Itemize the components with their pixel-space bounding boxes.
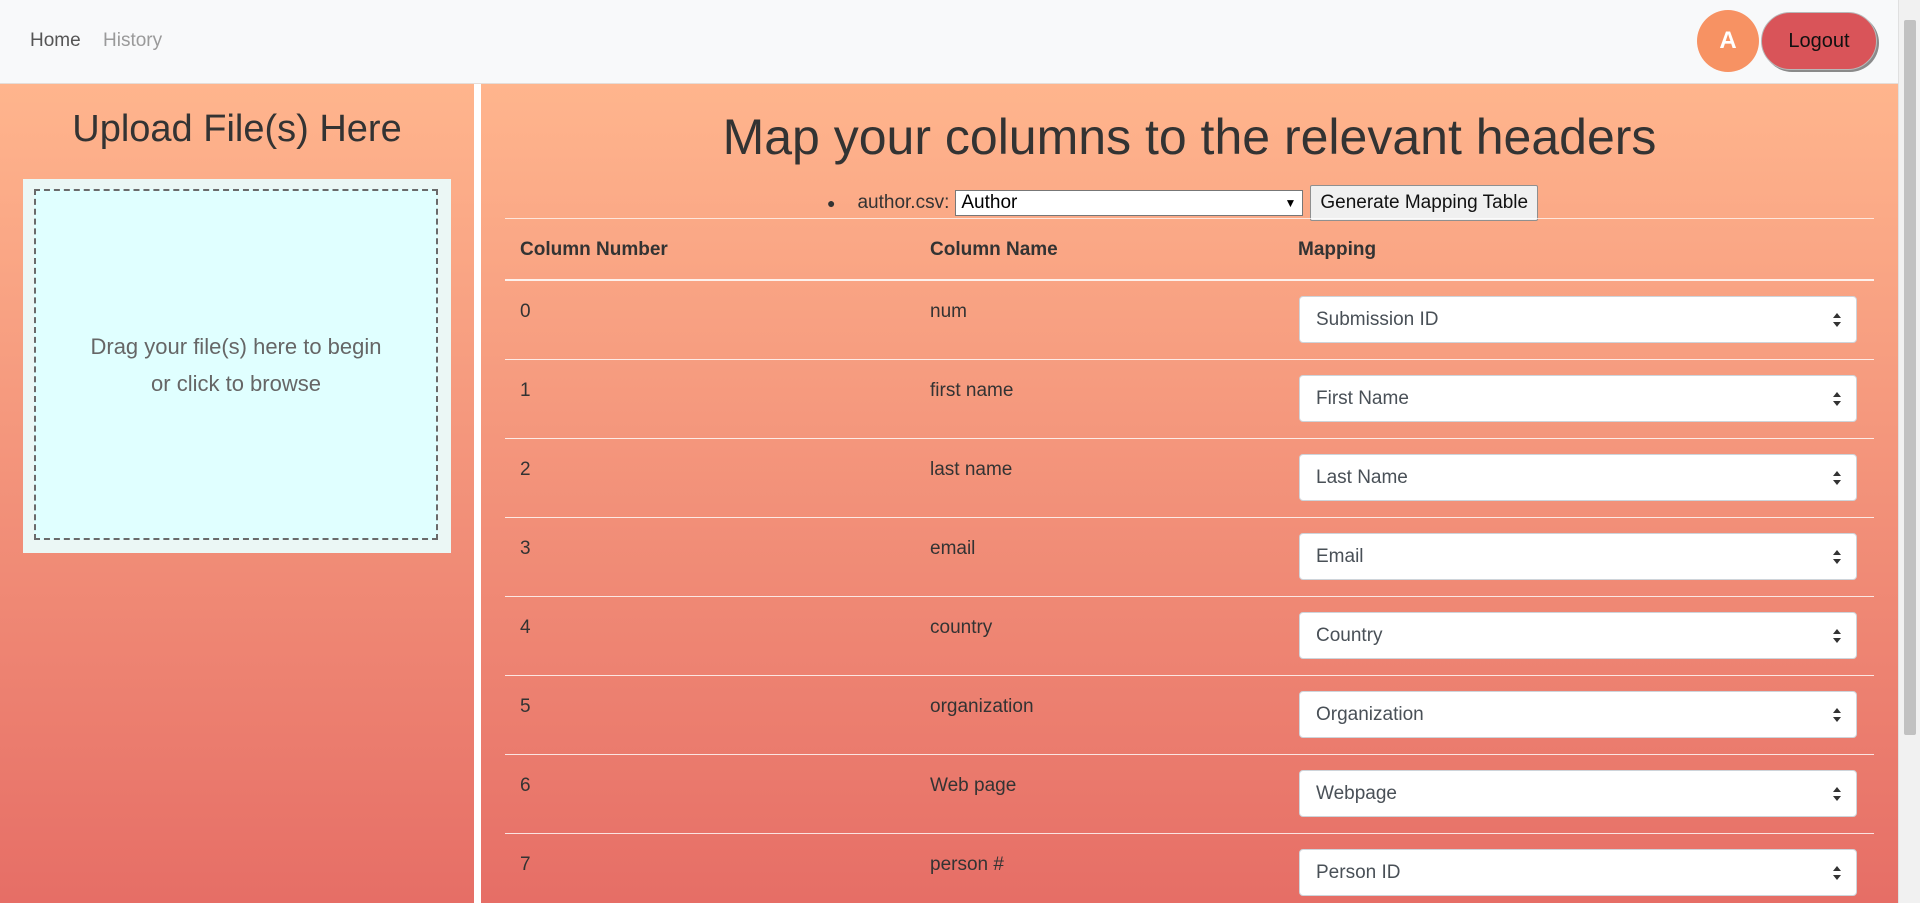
column-name-cell: email	[930, 538, 976, 559]
header-column-number: Column Number	[520, 239, 668, 260]
mapping-select[interactable]: Webpage	[1299, 770, 1857, 817]
page-scrollbar[interactable]	[1898, 0, 1920, 903]
mapping-select-value: Organization	[1316, 704, 1424, 725]
mapping-select[interactable]: Email	[1299, 533, 1857, 580]
table-row: 7 person # Person ID	[505, 834, 1874, 913]
dropzone-frame: Drag your file(s) here to begin or click…	[23, 179, 451, 553]
column-name-cell: num	[930, 301, 967, 322]
header-mapping: Mapping	[1298, 239, 1377, 260]
logout-button[interactable]: Logout	[1761, 12, 1877, 70]
file-type-value: Author	[961, 192, 1018, 213]
header-column-name: Column Name	[930, 239, 1058, 260]
file-name-label: author.csv:	[857, 192, 950, 213]
mapping-select[interactable]: Organization	[1299, 691, 1857, 738]
bullet-icon: ●	[827, 195, 836, 211]
column-name-cell: last name	[930, 459, 1013, 480]
mapping-select[interactable]: Last Name	[1299, 454, 1857, 501]
table-row: 0 num Submission ID	[505, 281, 1874, 360]
select-arrows-icon	[1833, 313, 1841, 327]
dropzone-text-line2: or click to browse	[151, 370, 321, 396]
mapping-select[interactable]: First Name	[1299, 375, 1857, 422]
dropzone-text-line1: Drag your file(s) here to begin	[90, 333, 382, 359]
select-arrows-icon	[1833, 550, 1841, 564]
mapping-title: Map your columns to the relevant headers	[722, 109, 1657, 165]
mapping-panel: Map your columns to the relevant headers…	[481, 84, 1898, 913]
file-list-item: ● author.csv: Author ▼ Generate Mapping …	[827, 184, 1539, 222]
top-navbar: Home History A Logout	[0, 0, 1898, 84]
mapping-table: Column Number Column Name Mapping 0 num …	[505, 218, 1874, 913]
table-row: 2 last name Last Name	[505, 439, 1874, 518]
mapping-select-value: Webpage	[1316, 783, 1397, 804]
scrollbar-thumb[interactable]	[1904, 20, 1916, 735]
select-arrows-icon	[1833, 392, 1841, 406]
select-arrows-icon	[1833, 708, 1841, 722]
column-name-cell: country	[930, 617, 993, 638]
table-header: Column Number Column Name Mapping	[505, 218, 1874, 281]
mapping-select-value: First Name	[1316, 388, 1409, 409]
table-row: 4 country Country	[505, 597, 1874, 676]
mapping-select-value: Person ID	[1316, 862, 1401, 883]
column-number-cell: 7	[520, 854, 531, 875]
nav-history-link[interactable]: History	[103, 30, 162, 52]
mapping-select-value: Country	[1316, 625, 1383, 646]
mapping-select-value: Last Name	[1316, 467, 1408, 488]
column-number-cell: 1	[520, 380, 531, 401]
column-name-cell: first name	[930, 380, 1014, 401]
select-arrows-icon	[1833, 787, 1841, 801]
column-number-cell: 6	[520, 775, 531, 796]
mapping-select-value: Submission ID	[1316, 309, 1439, 330]
table-row: 6 Web page Webpage	[505, 755, 1874, 834]
mapping-select[interactable]: Person ID	[1299, 849, 1857, 896]
mapping-select[interactable]: Submission ID	[1299, 296, 1857, 343]
mapping-select-value: Email	[1316, 546, 1364, 567]
file-dropzone[interactable]: Drag your file(s) here to begin or click…	[34, 189, 438, 540]
mapping-select[interactable]: Country	[1299, 612, 1857, 659]
table-row: 3 email Email	[505, 518, 1874, 597]
table-row: 1 first name First Name	[505, 360, 1874, 439]
table-row: 5 organization Organization	[505, 676, 1874, 755]
column-name-cell: Web page	[930, 775, 1017, 796]
file-type-select[interactable]: Author ▼	[955, 190, 1304, 216]
column-number-cell: 2	[520, 459, 531, 480]
upload-title: Upload File(s) Here	[72, 108, 402, 150]
column-number-cell: 0	[520, 301, 531, 322]
generate-mapping-button[interactable]: Generate Mapping Table	[1310, 185, 1539, 221]
dropdown-caret-icon: ▼	[1284, 196, 1297, 210]
nav-home-link[interactable]: Home	[30, 30, 81, 52]
column-name-cell: person #	[930, 854, 1004, 875]
select-arrows-icon	[1833, 471, 1841, 485]
panel-divider	[474, 84, 481, 903]
column-number-cell: 5	[520, 696, 531, 717]
column-number-cell: 4	[520, 617, 531, 638]
select-arrows-icon	[1833, 629, 1841, 643]
select-arrows-icon	[1833, 866, 1841, 880]
user-avatar[interactable]: A	[1697, 10, 1759, 72]
upload-panel: Upload File(s) Here Drag your file(s) he…	[0, 84, 474, 903]
column-name-cell: organization	[930, 696, 1034, 717]
column-number-cell: 3	[520, 538, 531, 559]
